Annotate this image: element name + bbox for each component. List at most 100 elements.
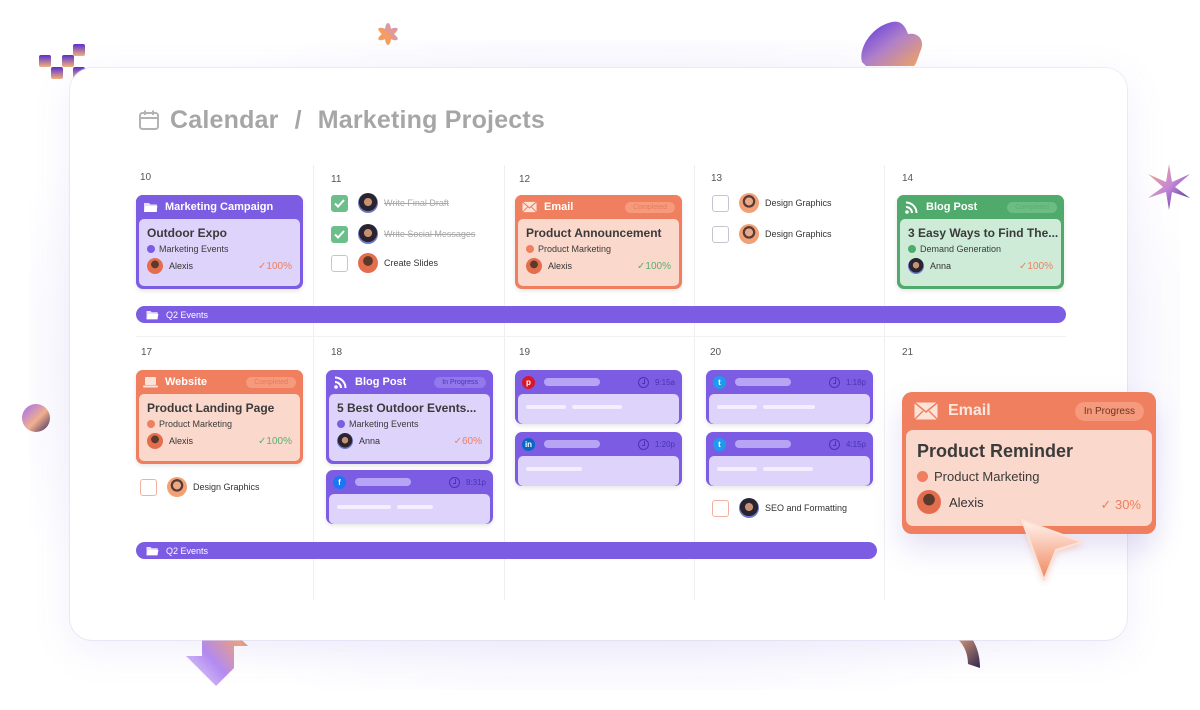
sparkle-star-decoration bbox=[1148, 164, 1190, 210]
card-type-label: Blog Post bbox=[926, 201, 978, 213]
social-post-twitter[interactable]: t 4:15p bbox=[706, 432, 873, 486]
card-assignee: Anna bbox=[930, 261, 952, 271]
tag-dot bbox=[917, 471, 928, 482]
tag-dot bbox=[147, 245, 155, 253]
placeholder-line bbox=[544, 378, 600, 386]
day-number: 21 bbox=[902, 347, 914, 358]
task-checkbox[interactable] bbox=[140, 478, 157, 496]
breadcrumb-calendar[interactable]: Calendar bbox=[170, 106, 279, 135]
task-item[interactable]: Write Social Messages bbox=[331, 224, 475, 244]
event-card-outdoor-expo[interactable]: Marketing Campaign Outdoor Expo Marketin… bbox=[136, 195, 303, 289]
card-assignee: Anna bbox=[359, 436, 381, 446]
avatar bbox=[358, 193, 378, 213]
card-assignee: Alexis bbox=[949, 494, 984, 510]
avatar bbox=[526, 258, 542, 274]
task-label: Design Graphics bbox=[765, 198, 832, 208]
column-divider bbox=[694, 165, 695, 600]
avatar bbox=[739, 193, 759, 213]
social-post-facebook[interactable]: f 8:31p bbox=[326, 470, 493, 524]
row-divider bbox=[136, 336, 1066, 337]
status-badge: Completed bbox=[246, 376, 296, 388]
clock-icon bbox=[637, 438, 649, 450]
clock-icon bbox=[828, 376, 840, 388]
task-item[interactable]: Design Graphics bbox=[712, 224, 832, 244]
placeholder-line bbox=[355, 478, 411, 486]
status-badge: Completed bbox=[1007, 201, 1057, 213]
card-tag: Marketing Events bbox=[159, 244, 229, 254]
event-card-landing-page[interactable]: Website Completed Product Landing Page P… bbox=[136, 370, 303, 464]
day-number: 13 bbox=[711, 173, 723, 184]
day-number: 20 bbox=[710, 347, 722, 358]
card-progress: ✓60% bbox=[453, 435, 482, 447]
card-tag: Product Marketing bbox=[159, 419, 233, 429]
avatar bbox=[739, 498, 759, 518]
task-label: Write Final Draft bbox=[384, 198, 449, 208]
task-checkbox[interactable] bbox=[712, 194, 729, 212]
card-tag: Product Marketing bbox=[538, 244, 612, 254]
card-title: Outdoor Expo bbox=[147, 226, 227, 240]
envelope-icon bbox=[522, 201, 537, 213]
clock-icon bbox=[828, 438, 840, 450]
avatar bbox=[908, 258, 924, 274]
status-badge: In Progress bbox=[434, 376, 486, 388]
tag-dot bbox=[526, 245, 534, 253]
status-badge: In Progress bbox=[1074, 401, 1144, 421]
avatar bbox=[358, 253, 378, 273]
event-card-easy-ways[interactable]: Blog Post Completed 3 Easy Ways to Find … bbox=[897, 195, 1064, 289]
task-item[interactable]: Design Graphics bbox=[712, 193, 832, 213]
twitter-icon: t bbox=[713, 375, 726, 389]
folder-icon bbox=[146, 546, 159, 556]
breadcrumb-marketing-projects[interactable]: Marketing Projects bbox=[318, 106, 545, 135]
card-progress: ✓100% bbox=[637, 260, 671, 272]
linkedin-icon: in bbox=[522, 437, 535, 451]
social-post-linkedin[interactable]: in 1:20p bbox=[515, 432, 682, 486]
event-card-product-announcement[interactable]: Email Completed Product Announcement Pro… bbox=[515, 195, 682, 289]
q2-events-bar[interactable]: Q2 Events bbox=[136, 306, 1066, 323]
status-badge: Completed bbox=[625, 201, 675, 213]
avatar bbox=[337, 433, 353, 449]
task-checkbox[interactable] bbox=[331, 194, 348, 212]
card-type-label: Email bbox=[948, 402, 991, 419]
orb-decoration bbox=[22, 404, 50, 432]
folder-icon bbox=[143, 201, 158, 213]
column-divider bbox=[884, 165, 885, 600]
post-time: 9:15a bbox=[654, 377, 675, 387]
task-item[interactable]: SEO and Formatting bbox=[712, 498, 847, 518]
folder-icon bbox=[146, 310, 159, 320]
social-post-pinterest[interactable]: p 9:15a bbox=[515, 370, 682, 424]
avatar bbox=[739, 224, 759, 244]
task-checkbox[interactable] bbox=[712, 225, 729, 243]
card-type-label: Marketing Campaign bbox=[165, 201, 274, 213]
card-assignee: Alexis bbox=[169, 436, 194, 446]
placeholder-line bbox=[735, 440, 791, 448]
card-tag: Product Marketing bbox=[934, 469, 1040, 484]
task-checkbox[interactable] bbox=[331, 225, 348, 243]
facebook-icon: f bbox=[333, 475, 346, 489]
card-assignee: Alexis bbox=[169, 261, 194, 271]
task-item[interactable]: Write Final Draft bbox=[331, 193, 449, 213]
task-item[interactable]: Create Slides bbox=[331, 253, 438, 273]
day-number: 10 bbox=[140, 172, 152, 183]
day-number: 19 bbox=[519, 347, 531, 358]
task-checkbox[interactable] bbox=[331, 254, 348, 272]
flower-star-decoration bbox=[378, 23, 398, 45]
card-title: Product Reminder bbox=[917, 441, 1074, 461]
task-label: Write Social Messages bbox=[384, 229, 476, 239]
avatar bbox=[167, 477, 187, 497]
clock-icon bbox=[448, 476, 460, 488]
task-item[interactable]: Design Graphics bbox=[140, 477, 260, 497]
dragged-card-product-reminder[interactable]: Email In Progress Product Reminder Produ… bbox=[902, 392, 1156, 534]
avatar bbox=[358, 224, 378, 244]
avatar bbox=[147, 258, 163, 274]
task-label: Design Graphics bbox=[765, 229, 832, 239]
q2-events-bar[interactable]: Q2 Events bbox=[136, 542, 877, 559]
clock-icon bbox=[637, 376, 649, 388]
task-checkbox[interactable] bbox=[712, 499, 729, 517]
event-card-outdoor-events[interactable]: Blog Post In Progress 5 Best Outdoor Eve… bbox=[326, 370, 493, 464]
social-post-twitter[interactable]: t 1:18p bbox=[706, 370, 873, 424]
card-assignee: Alexis bbox=[548, 261, 573, 271]
tag-dot bbox=[337, 420, 345, 428]
card-tag: Demand Generation bbox=[920, 244, 1002, 254]
card-tag: Marketing Events bbox=[349, 419, 419, 429]
card-progress: ✓100% bbox=[258, 435, 292, 447]
